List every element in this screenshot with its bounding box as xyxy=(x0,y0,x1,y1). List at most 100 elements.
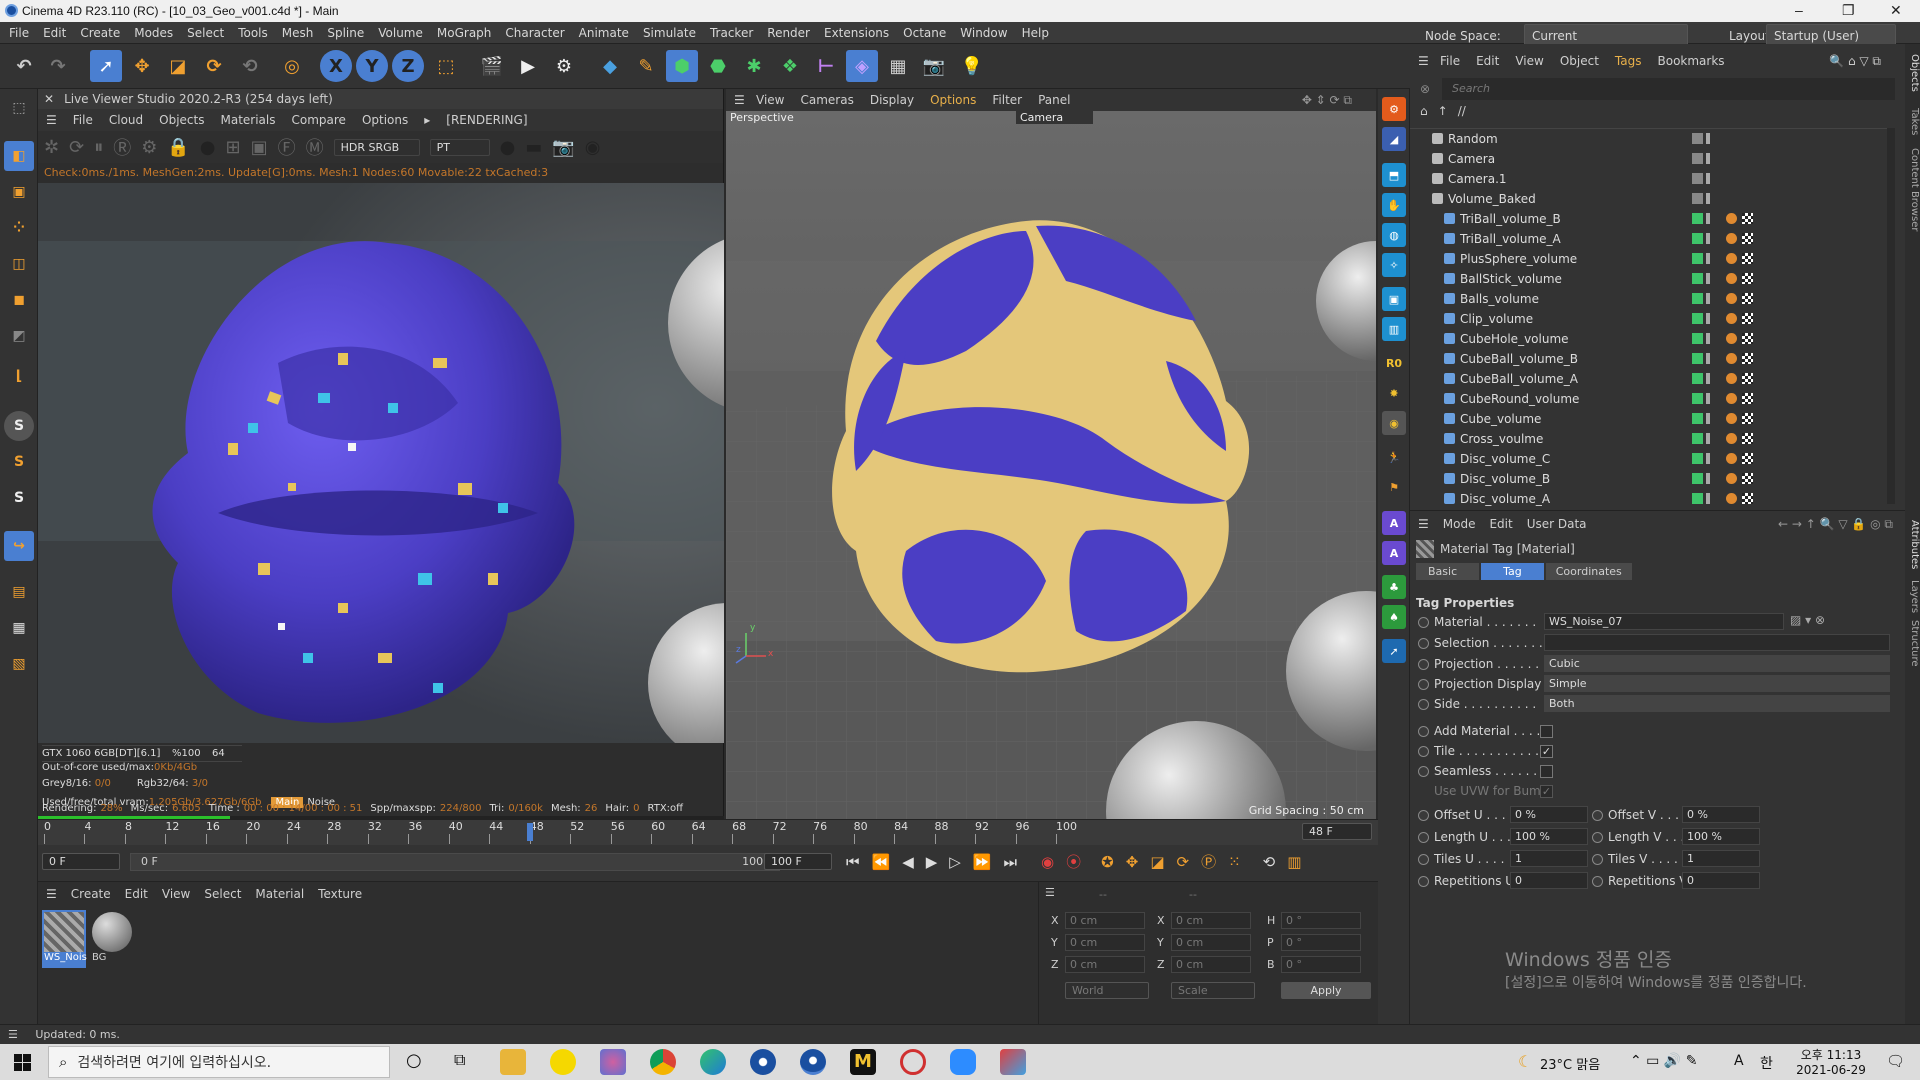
offset-u-radio[interactable] xyxy=(1418,810,1429,821)
octane-tag-icon[interactable] xyxy=(1726,253,1737,264)
material-picker-icon[interactable]: Ⓜ xyxy=(306,134,324,160)
length-v-radio[interactable] xyxy=(1592,832,1603,843)
menu-render[interactable]: Render xyxy=(760,22,817,44)
projection-display-radio[interactable] xyxy=(1418,679,1429,690)
texture-mode-icon[interactable]: ▣ xyxy=(4,177,34,207)
mm-menu-material[interactable]: Material xyxy=(255,887,304,901)
projection-dropdown[interactable]: Cubic xyxy=(1544,655,1890,672)
floor-icon[interactable]: ▦ xyxy=(882,50,914,82)
render-region-icon[interactable]: 🎬 xyxy=(476,50,508,82)
hamburger-icon[interactable]: ☰ xyxy=(1045,886,1055,899)
attr-nav-icons[interactable]: ← → ↑ 🔍 ▽ 🔒 ◎ ⧉ xyxy=(1778,517,1893,532)
tray-icons[interactable]: ⌃ ▭ 🔊 ✎ xyxy=(1630,1053,1697,1069)
ime-han[interactable]: 한 xyxy=(1760,1053,1773,1073)
octane-scatter-icon[interactable]: ✸ xyxy=(1382,381,1406,405)
kakaotalk-icon[interactable] xyxy=(550,1049,576,1075)
object-row[interactable]: BallStick_volume xyxy=(1420,269,1890,289)
field-icon[interactable]: ◈ xyxy=(846,50,878,82)
visibility-toggle-icon[interactable] xyxy=(1692,153,1703,164)
render-dots-icon[interactable] xyxy=(1706,213,1710,224)
object-row[interactable]: CubeBall_volume_A xyxy=(1420,369,1890,389)
make-editable-icon[interactable]: ⬚ xyxy=(4,93,34,123)
timeline-icon[interactable]: ▥ xyxy=(1287,853,1301,871)
material-tag-icon[interactable] xyxy=(1742,353,1753,364)
volume-builder-icon[interactable]: ❖ xyxy=(774,50,806,82)
rot-p-field[interactable]: 0 ° xyxy=(1281,934,1361,951)
menu-simulate[interactable]: Simulate xyxy=(636,22,703,44)
clock[interactable]: 오후 11:13 2021-06-29 xyxy=(1796,1046,1866,1077)
menu-spline[interactable]: Spline xyxy=(320,22,371,44)
menu-select[interactable]: Select xyxy=(180,22,231,44)
offset-v-field[interactable]: 0 % xyxy=(1682,806,1760,823)
object-row[interactable]: Balls_volume xyxy=(1420,289,1890,309)
hamburger-icon[interactable]: ☰ xyxy=(734,89,745,111)
select-tool-icon[interactable]: ➚ xyxy=(90,50,122,82)
render-dots-icon[interactable] xyxy=(1706,313,1710,324)
render-dots-icon[interactable] xyxy=(1706,413,1710,424)
render-dots-icon[interactable] xyxy=(1706,193,1710,204)
vp-menu-display[interactable]: Display xyxy=(870,89,914,111)
ime-a[interactable]: A xyxy=(1734,1053,1744,1069)
lock-workplane-icon[interactable]: ▧ xyxy=(4,649,34,679)
viewport-nav-icons[interactable]: ✥ ⇕ ⟳ ⧉ xyxy=(1302,89,1352,111)
weather-icon[interactable]: ☾ xyxy=(1518,1052,1532,1071)
om-menu-tags[interactable]: Tags xyxy=(1615,44,1642,78)
octane-camera-icon[interactable]: ⬒ xyxy=(1382,163,1406,187)
tiles-v-radio[interactable] xyxy=(1592,854,1603,865)
octane-light-icon[interactable]: ✋ xyxy=(1382,193,1406,217)
octane-tag-icon[interactable] xyxy=(1726,393,1737,404)
chrome-icon[interactable] xyxy=(650,1049,676,1075)
menu-create[interactable]: Create xyxy=(73,22,127,44)
object-row[interactable]: PlusSphere_volume xyxy=(1420,249,1890,269)
hamburger-icon[interactable]: ☰ xyxy=(46,109,57,131)
object-search-input[interactable]: Search xyxy=(1442,78,1895,100)
next-key-icon[interactable]: ⏩ xyxy=(973,853,992,871)
lv-menu-compare[interactable]: Compare xyxy=(292,109,346,131)
visibility-toggle-icon[interactable] xyxy=(1692,413,1703,424)
lv-menu-options[interactable]: Options xyxy=(362,109,408,131)
scale-tool-icon[interactable]: ◪ xyxy=(162,50,194,82)
om-menu-object[interactable]: Object xyxy=(1560,44,1599,78)
render-settings-icon[interactable]: ⚙ xyxy=(548,50,580,82)
lv-menu-materials[interactable]: Materials xyxy=(220,109,275,131)
visibility-toggle-icon[interactable] xyxy=(1692,233,1703,244)
add-material-radio[interactable] xyxy=(1418,726,1429,737)
mm-menu-edit[interactable]: Edit xyxy=(125,887,148,901)
lv-menu-cloud[interactable]: Cloud xyxy=(109,109,143,131)
object-row[interactable]: CubeBall_volume_B xyxy=(1420,349,1890,369)
seamless-checkbox[interactable] xyxy=(1540,765,1553,778)
keyframe-selection-icon[interactable]: ✪ xyxy=(1101,853,1114,871)
material-tag-icon[interactable] xyxy=(1742,493,1753,504)
reps-u-radio[interactable] xyxy=(1418,876,1429,887)
mm-menu-view[interactable]: View xyxy=(162,887,190,901)
hamburger-icon[interactable]: ☰ xyxy=(1418,517,1429,531)
gear-icon[interactable]: ✲ xyxy=(44,137,59,158)
cortana-icon[interactable]: ○ xyxy=(406,1050,422,1071)
menu-extensions[interactable]: Extensions xyxy=(817,22,896,44)
tab-tag[interactable]: Tag xyxy=(1481,562,1544,580)
lv-menu-objects[interactable]: Objects xyxy=(159,109,204,131)
material-tag-icon[interactable] xyxy=(1742,273,1753,284)
object-row[interactable]: Cross_voulme xyxy=(1420,429,1890,449)
app-icon-m[interactable]: M xyxy=(850,1049,876,1075)
menu-mograph[interactable]: MoGraph xyxy=(430,22,499,44)
octane-settings-icon[interactable]: ⚙ xyxy=(1382,97,1406,121)
close-search-icon[interactable]: ⊗ xyxy=(1420,82,1430,96)
solo-hierarchy-icon[interactable]: S xyxy=(4,447,34,477)
menu-volume[interactable]: Volume xyxy=(371,22,430,44)
render-dots-icon[interactable] xyxy=(1706,373,1710,384)
range-slider[interactable]: 0 F 100 F xyxy=(130,853,780,871)
weather-text[interactable]: 23°C 맑음 xyxy=(1540,1054,1600,1073)
size-x-field[interactable]: 0 cm xyxy=(1171,912,1251,929)
deformer-icon[interactable]: ⊢ xyxy=(810,50,842,82)
octane-figure-icon[interactable]: 🏃 xyxy=(1382,445,1406,469)
octane-tree-icon[interactable]: ♣ xyxy=(1382,575,1406,599)
z-axis-lock-icon[interactable]: Z xyxy=(392,50,424,82)
render-dots-icon[interactable] xyxy=(1706,173,1710,184)
x-axis-lock-icon[interactable]: X xyxy=(320,50,352,82)
object-row[interactable]: CubeHole_volume xyxy=(1420,329,1890,349)
timeline-playhead[interactable] xyxy=(526,823,533,841)
octane-tag-icon[interactable] xyxy=(1726,473,1737,484)
edge-icon[interactable] xyxy=(700,1049,726,1075)
material-radio[interactable] xyxy=(1418,617,1429,628)
